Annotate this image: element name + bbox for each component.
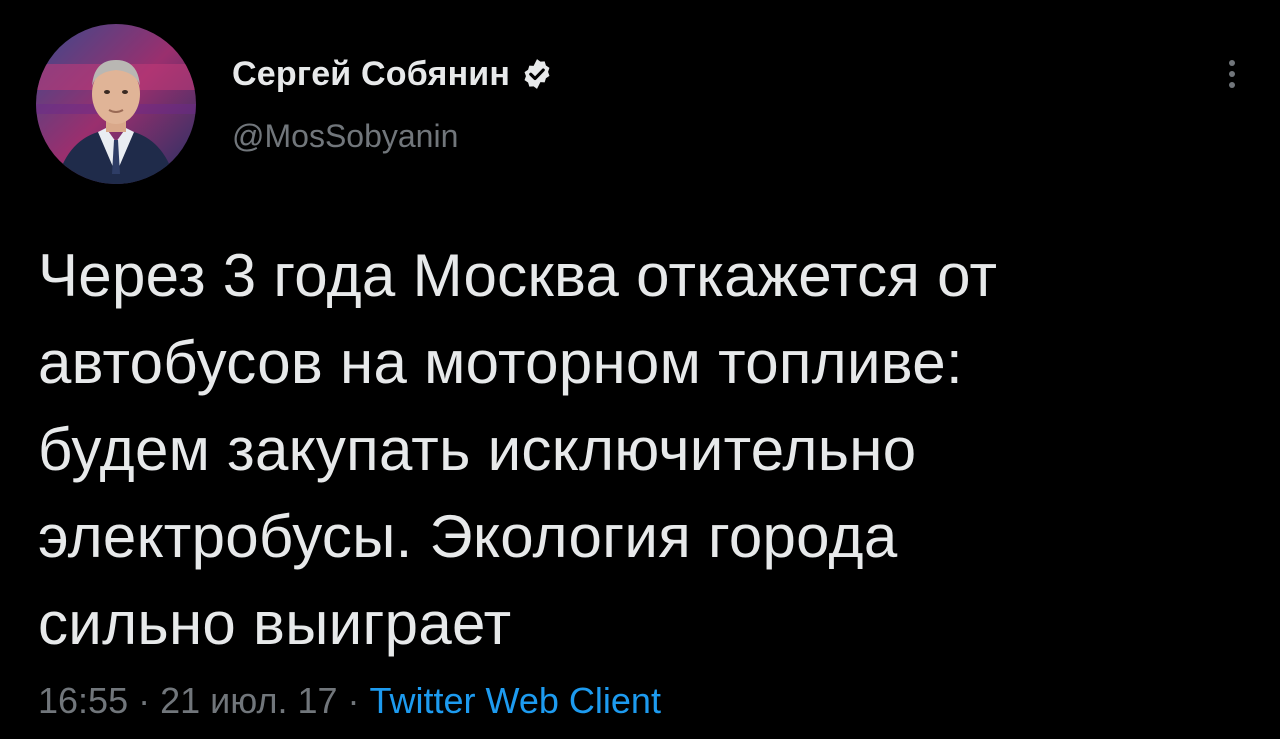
- display-name[interactable]: Сергей Собянин: [232, 55, 510, 94]
- avatar[interactable]: [36, 24, 196, 184]
- tweet-text-line: электробусы. Экология города: [38, 503, 898, 570]
- tweet-text: Через 3 года Москва откажется от автобус…: [38, 232, 1238, 667]
- tweet-meta: 16:55 · 21 июл. 17 · Twitter Web Client: [38, 680, 661, 722]
- tweet-source-link[interactable]: Twitter Web Client: [370, 680, 661, 721]
- meta-separator: ·: [337, 680, 370, 721]
- tweet-text-line: сильно выиграет: [38, 590, 512, 657]
- more-dot: [1229, 60, 1235, 66]
- tweet-text-line: будем закупать исключительно: [38, 416, 917, 483]
- tweet-date[interactable]: 21 июл. 17: [160, 680, 337, 721]
- tweet-text-line: автобусов на моторном топливе:: [38, 329, 963, 396]
- verified-badge-icon: [520, 57, 554, 91]
- avatar-image: [36, 24, 196, 184]
- tweet-time[interactable]: 16:55: [38, 680, 128, 721]
- author-handle[interactable]: @MosSobyanin: [232, 118, 554, 155]
- meta-separator: ·: [128, 680, 161, 721]
- display-name-row: Сергей Собянин: [232, 52, 554, 96]
- more-vertical-icon[interactable]: [1218, 52, 1246, 96]
- tweet-text-line: Через 3 года Москва откажется от: [38, 242, 998, 309]
- author-names: Сергей Собянин @MosSobyanin: [232, 52, 554, 155]
- tweet-card: Сергей Собянин @MosSobyanin Через 3 года…: [0, 0, 1280, 739]
- more-dot: [1229, 82, 1235, 88]
- more-dot: [1229, 71, 1235, 77]
- tweet-header: Сергей Собянин @MosSobyanin: [36, 24, 1246, 184]
